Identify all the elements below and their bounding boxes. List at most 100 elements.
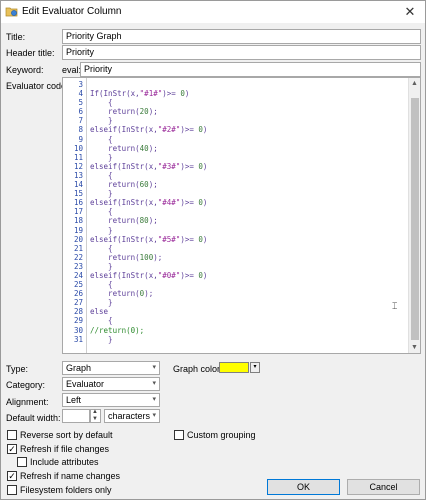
code-line[interactable]: 13 { [63,171,207,180]
chevron-down-icon: ▾ [152,380,156,387]
code-line[interactable]: 8 elseif(InStr(x,"#2#")>= 0) [63,125,207,134]
code-line-text[interactable]: return(40); [83,144,158,153]
code-text[interactable]: 3 4 If(InStr(x,"#1#")>= 0) 5 {6 return(20);… [63,80,207,344]
code-line[interactable]: 4 If(InStr(x,"#1#")>= 0) [63,89,207,98]
code-line[interactable]: 10 return(40); [63,144,207,153]
scrollbar-thumb[interactable] [411,98,419,340]
code-line-text[interactable]: { [83,171,113,180]
code-line-text[interactable]: else [83,307,108,316]
graph-color-swatch[interactable] [219,362,249,373]
type-select[interactable]: Graph ▾ [62,361,160,375]
close-button[interactable]: ✕ [395,1,425,23]
keyword-input[interactable]: Priority [80,62,421,77]
code-line[interactable]: 30//return(0); [63,326,207,335]
code-line-text[interactable]: { [83,98,113,107]
category-select[interactable]: Evaluator ▾ [62,377,160,391]
code-line-text[interactable]: { [83,244,113,253]
code-line[interactable]: 5 { [63,98,207,107]
code-line[interactable]: 11 } [63,153,207,162]
code-line[interactable]: 7 } [63,116,207,125]
code-line-text[interactable]: } [83,298,113,307]
cancel-button[interactable]: Cancel [347,479,420,495]
code-line-text[interactable]: } [83,116,113,125]
code-line-text[interactable]: } [83,226,113,235]
code-line-text[interactable]: elseif(InStr(x,"#4#")>= 0) [83,198,207,207]
code-line-text[interactable]: return(20); [83,107,158,116]
code-line[interactable]: 15 } [63,189,207,198]
code-line[interactable]: 31 } [63,335,207,344]
evaluator-code-editor[interactable]: 3 4 If(InStr(x,"#1#")>= 0) 5 {6 return(20);… [62,77,421,354]
code-line-text[interactable]: elseif(InStr(x,"#2#")>= 0) [83,125,207,134]
code-line[interactable]: 12 elseif(InStr(x,"#3#")>= 0) [63,162,207,171]
code-line-text[interactable]: { [83,135,113,144]
graph-color-dropdown-button[interactable]: ▾ [250,362,260,373]
scroll-up-icon[interactable]: ▲ [411,80,418,87]
code-line[interactable]: 21 { [63,244,207,253]
graph-color-label: Graph color: [173,364,223,374]
code-line[interactable]: 23 } [63,262,207,271]
code-line-text[interactable]: { [83,280,113,289]
title-input[interactable]: Priority Graph [62,29,421,44]
code-line-text[interactable]: elseif(InStr(x,"#0#")>= 0) [83,271,207,280]
header-title-label: Header title: [6,48,55,58]
code-line-text[interactable]: //return(0); [83,326,144,335]
spin-down-icon[interactable]: ▼ [92,416,98,422]
code-line[interactable]: 17 { [63,207,207,216]
line-number: 8 [78,125,83,135]
code-line[interactable]: 22 return(100); [63,253,207,262]
category-label: Category: [6,380,46,390]
filesystem-folders-checkbox[interactable] [7,485,17,495]
code-line[interactable]: 24 elseif(InStr(x,"#0#")>= 0) [63,271,207,280]
reverse-sort-label: Reverse sort by default [20,430,113,440]
code-line-text[interactable]: elseif(InStr(x,"#3#")>= 0) [83,162,207,171]
code-line[interactable]: 6 return(20); [63,107,207,116]
width-unit-select[interactable]: characters ▾ [104,409,160,423]
code-line[interactable]: 27 } [63,298,207,307]
line-number: 14 [73,180,83,190]
code-vertical-scrollbar[interactable]: ▲ ▼ [408,78,420,353]
scroll-down-icon[interactable]: ▼ [411,344,418,351]
code-line-text[interactable]: { [83,316,113,325]
code-line[interactable]: 3 [63,80,207,89]
code-line-text[interactable]: { [83,207,113,216]
code-line[interactable]: 14 return(60); [63,180,207,189]
refresh-name-changes-checkbox[interactable]: ✓ [7,471,17,481]
code-line[interactable]: 29 { [63,316,207,325]
code-line[interactable]: 9 { [63,135,207,144]
code-line[interactable]: 28 else [63,307,207,316]
code-line-text[interactable]: } [83,335,113,344]
code-line-text[interactable]: } [83,189,113,198]
code-line[interactable]: 16 elseif(InStr(x,"#4#")>= 0) [63,198,207,207]
code-line[interactable]: 18 return(80); [63,216,207,225]
code-line-text[interactable]: return(60); [83,180,158,189]
code-line-text[interactable] [83,80,90,89]
code-line-text[interactable]: elseif(InStr(x,"#5#")>= 0) [83,235,207,244]
alignment-select[interactable]: Left ▾ [62,393,160,407]
refresh-file-changes-checkbox[interactable]: ✓ [7,444,17,454]
ok-button[interactable]: OK [267,479,340,495]
line-number: 13 [73,170,83,180]
custom-grouping-checkbox[interactable] [174,430,184,440]
code-line-text[interactable]: } [83,153,113,162]
code-line-text[interactable]: } [83,262,113,271]
default-width-input[interactable] [62,409,90,423]
code-line[interactable]: 20 elseif(InStr(x,"#5#")>= 0) [63,235,207,244]
code-line[interactable]: 26 return(0); [63,289,207,298]
code-line-text[interactable]: return(80); [83,216,158,225]
line-number: 20 [73,234,83,244]
include-attributes-checkbox[interactable] [17,457,27,467]
line-number: 19 [73,225,83,235]
code-line-text[interactable]: return(0); [83,289,153,298]
reverse-sort-checkbox[interactable] [7,430,17,440]
line-number: 10 [73,143,83,153]
spin-up-icon[interactable]: ▲ [92,409,98,415]
line-number: 24 [73,270,83,280]
default-width-spinner[interactable]: ▲ ▼ [90,409,101,423]
header-title-input[interactable]: Priority [62,45,421,60]
code-line-text[interactable]: If(InStr(x,"#1#")>= 0) [83,89,189,98]
line-number: 5 [78,98,83,108]
code-line[interactable]: 19 } [63,226,207,235]
code-line-text[interactable]: return(100); [83,253,162,262]
code-line[interactable]: 25 { [63,280,207,289]
custom-grouping-label: Custom grouping [187,430,256,440]
